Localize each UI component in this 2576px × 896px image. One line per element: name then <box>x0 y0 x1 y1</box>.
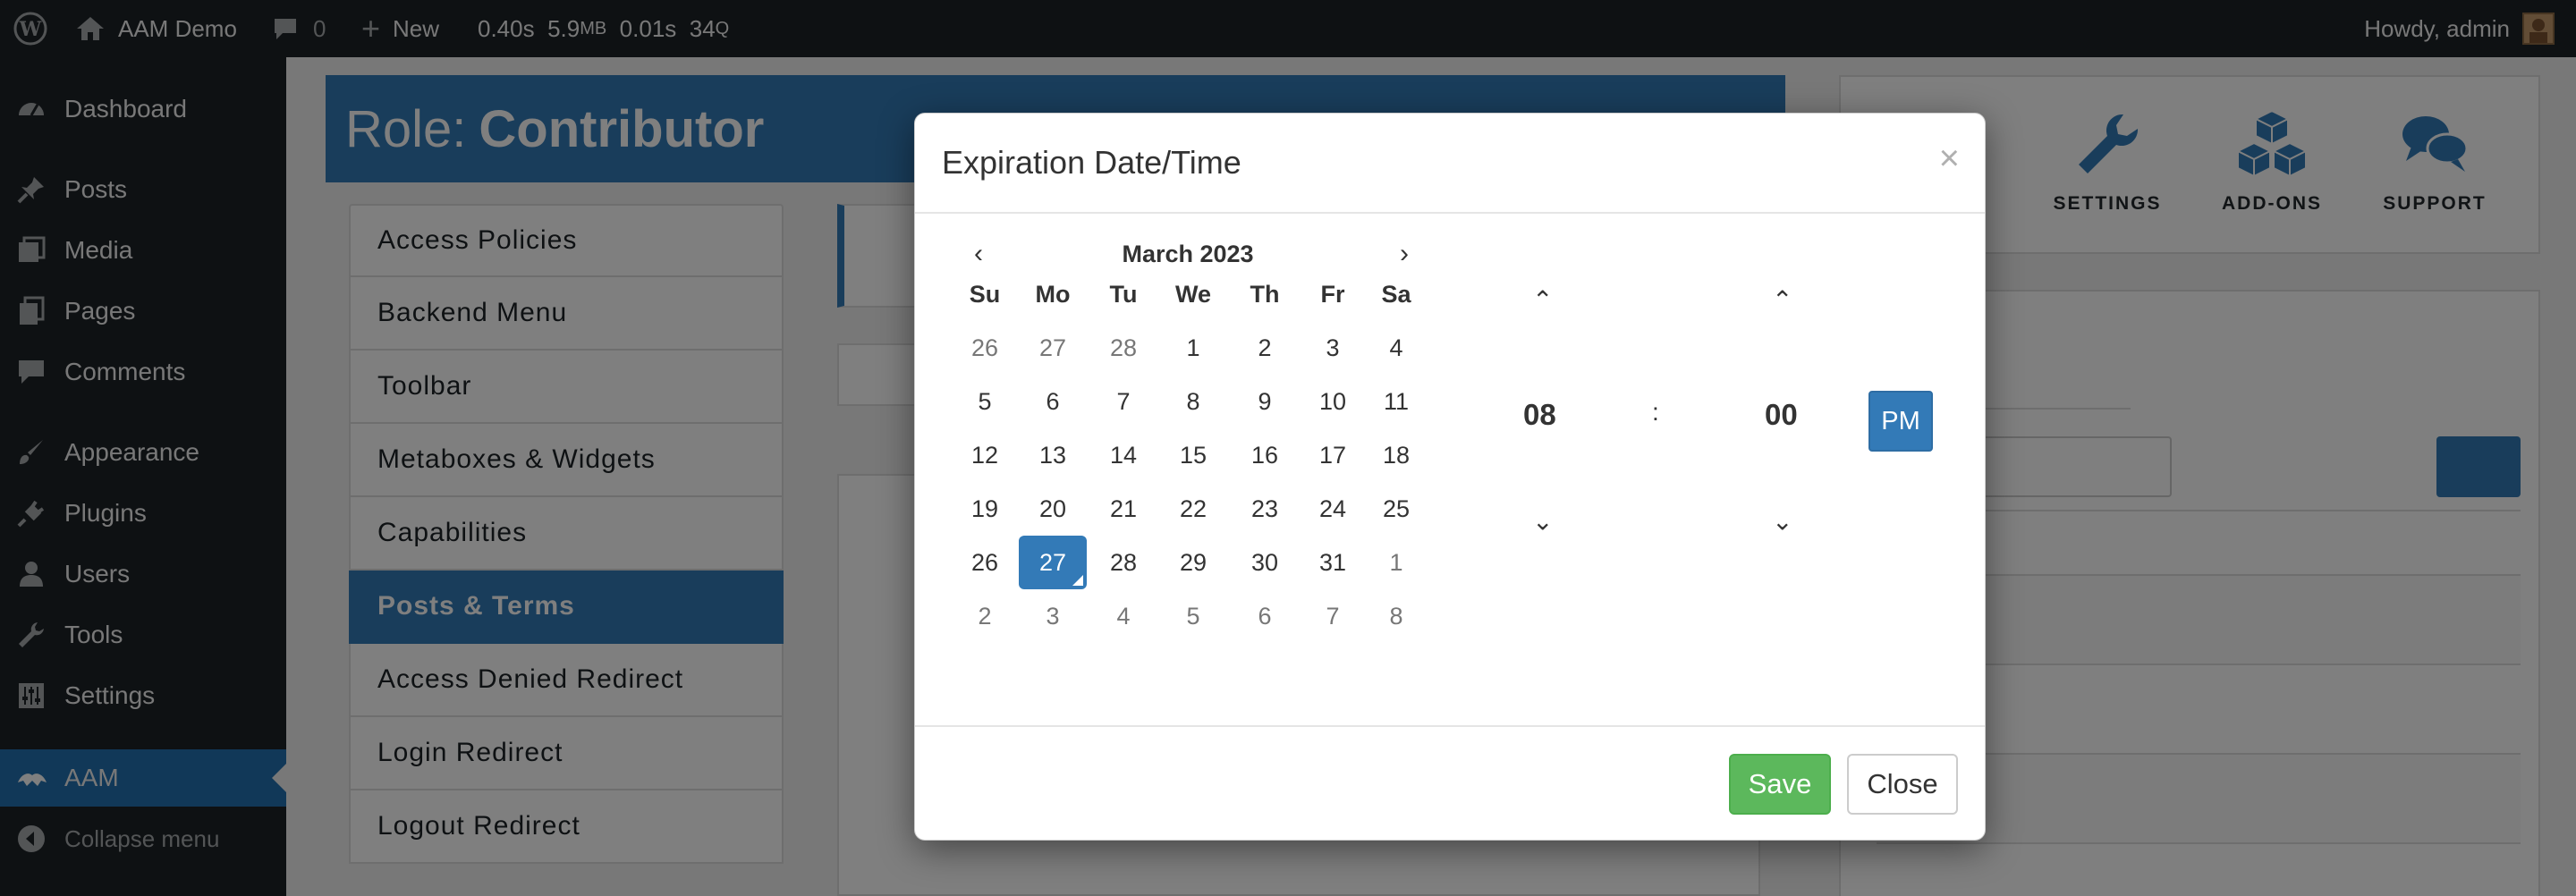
calendar-day[interactable]: 6 <box>1231 589 1299 643</box>
hour-value[interactable]: 08 <box>1523 398 1556 432</box>
calendar-day[interactable]: 7 <box>1089 375 1157 428</box>
calendar-month-label[interactable]: March 2023 <box>951 241 1425 268</box>
calendar-day[interactable]: 15 <box>1159 428 1227 482</box>
weekday-label: We <box>1174 280 1211 308</box>
weekday-label: Fr <box>1320 280 1345 308</box>
calendar-day[interactable]: 14 <box>1089 428 1157 482</box>
modal-header-divider <box>915 212 1985 214</box>
calendar-day[interactable]: 2 <box>1231 321 1299 375</box>
calendar-week-row: 26 27 28 29 30 31 1 <box>951 536 1425 589</box>
calendar-day[interactable]: 16 <box>1231 428 1299 482</box>
calendar-day[interactable]: 3 <box>1019 589 1087 643</box>
calendar-day[interactable]: 21 <box>1089 482 1157 536</box>
am-pm-toggle-button[interactable]: PM <box>1868 391 1933 452</box>
calendar-day[interactable]: 5 <box>1159 589 1227 643</box>
calendar-day[interactable]: 4 <box>1089 589 1157 643</box>
selected-day[interactable]: 27 <box>1019 536 1087 589</box>
expiration-modal: Expiration Date/Time × ‹ March 2023 › Su… <box>914 113 1986 841</box>
calendar-week-row: 2345678 <box>951 589 1425 643</box>
calendar-day[interactable]: 29 <box>1159 536 1227 589</box>
calendar-day[interactable]: 31 <box>1299 536 1367 589</box>
calendar-day[interactable]: 2 <box>951 589 1019 643</box>
hour-down-icon[interactable]: ⌃ <box>1532 505 1553 535</box>
weekday-label: Mo <box>1035 280 1071 308</box>
calendar-day[interactable]: 17 <box>1299 428 1367 482</box>
calendar-day[interactable]: 22 <box>1159 482 1227 536</box>
calendar-day[interactable]: 24 <box>1299 482 1367 536</box>
close-button[interactable]: Close <box>1847 754 1958 815</box>
calendar-day[interactable]: 26 <box>951 321 1019 375</box>
calendar-day[interactable]: 12 <box>951 428 1019 482</box>
calendar-week-row: 12 13 14 15 16 17 18 <box>951 428 1425 482</box>
calendar-day[interactable]: 28 <box>1089 321 1157 375</box>
weekday-label: Tu <box>1109 280 1138 308</box>
minute-up-icon[interactable]: ⌃ <box>1772 285 1792 315</box>
calendar-week-row: 26 27 28 1 2 3 4 <box>951 321 1425 375</box>
weekday-label: Sa <box>1381 280 1411 308</box>
calendar-day[interactable]: 26 <box>951 536 1019 589</box>
weekday-label: Th <box>1250 280 1280 308</box>
calendar-day[interactable]: 8 <box>1362 589 1430 643</box>
next-month-icon[interactable]: › <box>1400 239 1409 269</box>
calendar-day[interactable]: 10 <box>1299 375 1367 428</box>
calendar-day[interactable]: 28 <box>1089 536 1157 589</box>
calendar-day[interactable]: 5 <box>951 375 1019 428</box>
calendar-day[interactable]: 7 <box>1299 589 1367 643</box>
calendar-day[interactable]: 9 <box>1231 375 1299 428</box>
hour-up-icon[interactable]: ⌃ <box>1532 285 1553 315</box>
weekday-header-row: Su Mo Tu We Th Fr Sa <box>951 267 1425 321</box>
calendar-day[interactable]: 30 <box>1231 536 1299 589</box>
save-button[interactable]: Save <box>1729 754 1831 815</box>
calendar-day[interactable]: 1 <box>1362 536 1430 589</box>
calendar-day[interactable]: 20 <box>1019 482 1087 536</box>
calendar-day[interactable]: 8 <box>1159 375 1227 428</box>
calendar-day[interactable]: 13 <box>1019 428 1087 482</box>
calendar-day[interactable]: 11 <box>1362 375 1430 428</box>
time-separator: : <box>1652 398 1659 426</box>
calendar-day[interactable]: 18 <box>1362 428 1430 482</box>
calendar-day[interactable]: 19 <box>951 482 1019 536</box>
calendar-day[interactable]: 3 <box>1299 321 1367 375</box>
minute-down-icon[interactable]: ⌃ <box>1772 505 1792 535</box>
calendar-day[interactable]: 27 <box>1019 321 1087 375</box>
calendar-day[interactable]: 6 <box>1019 375 1087 428</box>
modal-footer-divider <box>915 725 1985 727</box>
calendar-week-row: 19 20 21 22 23 24 25 <box>951 482 1425 536</box>
weekday-label: Su <box>969 280 1001 308</box>
modal-close-icon[interactable]: × <box>1939 139 1960 179</box>
minute-value[interactable]: 00 <box>1765 398 1798 432</box>
modal-title: Expiration Date/Time <box>942 144 1241 181</box>
calendar-day[interactable]: 25 <box>1362 482 1430 536</box>
calendar-week-row: 5 6 7 8 9 10 11 <box>951 375 1425 428</box>
calendar-day[interactable]: 4 <box>1362 321 1430 375</box>
calendar-day[interactable]: 23 <box>1231 482 1299 536</box>
calendar-day[interactable]: 1 <box>1159 321 1227 375</box>
